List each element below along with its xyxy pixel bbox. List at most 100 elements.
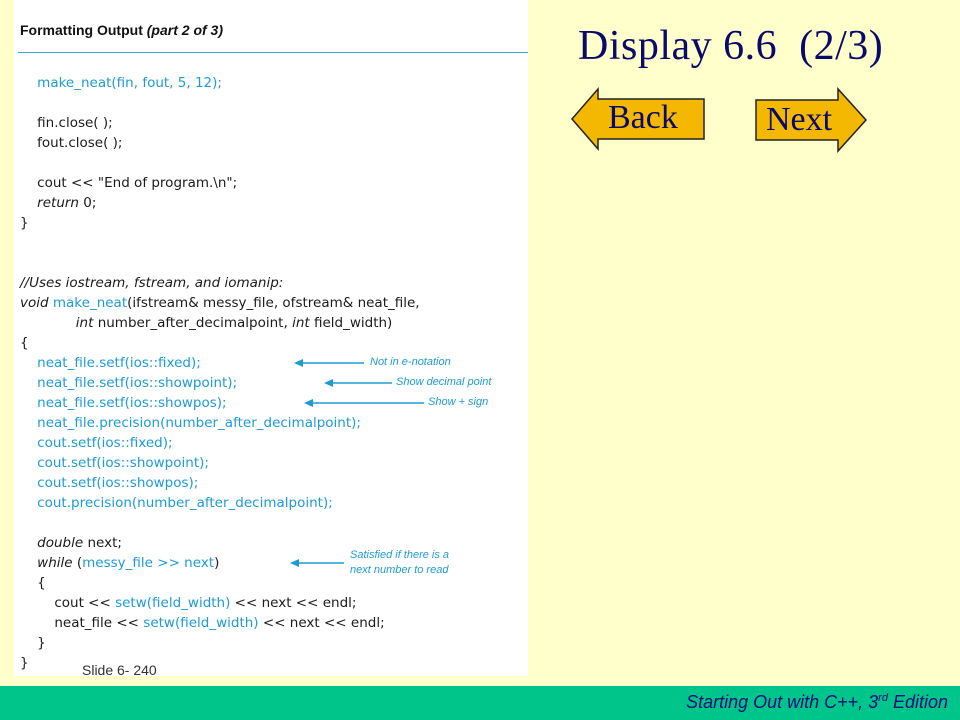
code-line: cout.setf(ios::showpoint); [20, 453, 209, 473]
code-text: fout.close( ); [20, 135, 123, 151]
annotation-text: Satisfied if there is a [350, 549, 450, 561]
annotation-arrow-icon [290, 559, 344, 567]
code-highlight: make_neat(fin, fout, 5, 12); [37, 75, 222, 91]
code-keyword: void [20, 295, 49, 311]
code-text: << next << endl; [258, 615, 385, 631]
code-line: return 0; [20, 193, 96, 213]
code-highlight: messy_file >> next [82, 555, 215, 571]
code-text: } [20, 655, 29, 671]
code-text: fin.close( ); [20, 115, 113, 131]
code-listing-panel: Formatting Output (part 2 of 3) make_nea… [14, 0, 528, 676]
footer-bar: Starting Out with C++, 3rd Edition [0, 686, 960, 720]
code-text: neat_file << [20, 615, 144, 631]
code-text: cout << [20, 595, 116, 611]
code-highlight: cout.setf(ios::showpoint); [37, 455, 209, 471]
code-highlight: make_neat [52, 295, 128, 311]
code-text: { [20, 575, 46, 591]
code-line: fout.close( ); [20, 133, 122, 153]
code-highlight: cout.setf(ios::showpos); [37, 475, 199, 491]
slide: Formatting Output (part 2 of 3) make_nea… [0, 0, 960, 720]
code-text: (ifstream& messy_file, ofstream& neat_fi… [127, 295, 420, 311]
slide-number: Slide 6- 240 [82, 662, 157, 678]
code-text: ( [72, 555, 83, 571]
code-keyword: int [292, 315, 310, 331]
code-text: } [20, 215, 29, 231]
code-line: make_neat(fin, fout, 5, 12); [20, 73, 222, 93]
code-line: double next; [20, 533, 122, 553]
code-line: } [20, 633, 46, 653]
code-text: 0; [78, 195, 97, 211]
code-text: << next << endl; [230, 595, 357, 611]
back-button-label: Back [608, 99, 678, 136]
code-line: cout.precision(number_after_decimalpoint… [20, 493, 333, 513]
code-text: next; [83, 535, 122, 551]
code-line: neat_file.precision(number_after_decimal… [20, 413, 361, 433]
code-highlight: neat_file.setf(ios::showpoint); [37, 375, 238, 391]
code-line: neat_file.setf(ios::showpos); [20, 393, 227, 413]
footer-title-sup: rd [878, 692, 888, 704]
code-highlight: setw(field_width) [115, 595, 231, 611]
code-line: { [20, 573, 46, 593]
code-keyword: double [37, 535, 84, 551]
annotation-arrow-icon [304, 399, 424, 407]
code-text: cout << "End of program.\n"; [20, 175, 238, 191]
annotation-text: Not in e-notation [370, 356, 451, 368]
annotation-text-line2: next number to read [350, 564, 449, 576]
code-text: ) [214, 555, 220, 571]
code-line: void make_neat(ifstream& messy_file, ofs… [20, 293, 420, 313]
annotation-text: Show + sign [428, 396, 489, 408]
back-button[interactable]: Back [570, 87, 706, 151]
code-line: neat_file.setf(ios::fixed); [20, 353, 201, 373]
code-header-rule [18, 52, 528, 53]
code-line: cout << setw(field_width) << next << end… [20, 593, 356, 613]
code-highlight: neat_file.precision(number_after_decimal… [37, 415, 361, 431]
annotation-not-in-e-notation: Not in e-notation [370, 355, 451, 370]
code-text: field_width) [309, 315, 393, 331]
code-listing-title: Formatting Output (part 2 of 3) [20, 22, 223, 38]
code-highlight: cout.precision(number_after_decimalpoint… [37, 495, 333, 511]
annotation-arrow-icon [294, 359, 364, 367]
annotation-text: Show decimal point [396, 376, 492, 388]
code-line: neat_file.setf(ios::showpoint); [20, 373, 237, 393]
code-line: { [20, 333, 29, 353]
code-keyword: return [37, 195, 79, 211]
code-text: } [20, 635, 46, 651]
code-text: number_after_decimalpoint, [93, 315, 293, 331]
code-line: } [20, 653, 29, 673]
next-button[interactable]: Next [754, 87, 868, 153]
code-highlight: neat_file.setf(ios::showpos); [37, 395, 227, 411]
code-highlight: setw(field_width) [143, 615, 259, 631]
code-line: cout.setf(ios::fixed); [20, 433, 173, 453]
annotation-arrow-icon [324, 379, 392, 387]
code-keyword: int [75, 315, 94, 331]
code-line: cout.setf(ios::showpos); [20, 473, 198, 493]
code-text: { [20, 335, 29, 351]
code-line: } [20, 213, 29, 233]
code-keyword: while [37, 555, 73, 571]
next-button-label: Next [766, 101, 833, 138]
code-line: int number_after_decimalpoint, int field… [20, 313, 393, 333]
code-line: cout << "End of program.\n"; [20, 173, 237, 193]
annotation-show-decimal-point: Show decimal point [396, 375, 491, 390]
code-highlight: neat_file.setf(ios::fixed); [37, 355, 201, 371]
footer-book-title: Starting Out with C++, 3rd Edition [686, 692, 948, 713]
footer-title-main: Starting Out with C++, 3 [686, 692, 879, 712]
code-line: neat_file << setw(field_width) << next <… [20, 613, 385, 633]
code-line: fin.close( ); [20, 113, 113, 133]
annotation-satisfied-if-next-number: Satisfied if there is a next number to re… [350, 548, 449, 578]
code-title-part: (part 2 of 3) [146, 22, 223, 38]
slide-title: Display 6.6 (2/3) [578, 23, 884, 69]
footer-title-tail: Edition [887, 692, 948, 712]
code-highlight: cout.setf(ios::fixed); [37, 435, 173, 451]
annotation-show-sign: Show + sign [428, 395, 488, 410]
